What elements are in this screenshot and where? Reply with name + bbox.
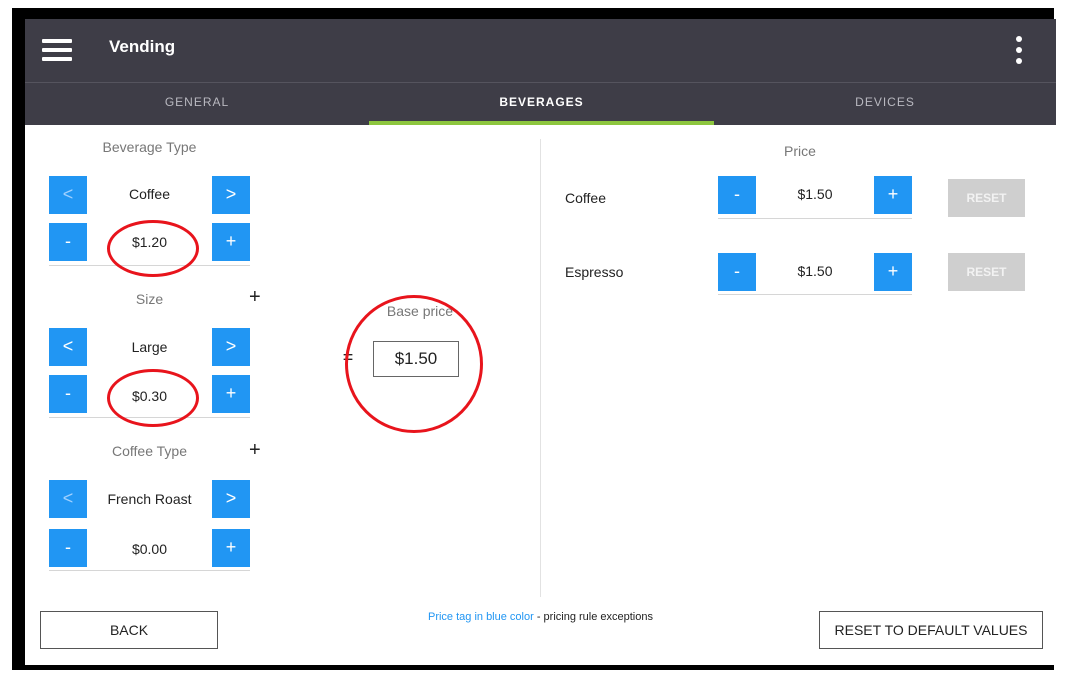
divider [49,265,250,266]
size-prev-button[interactable]: < [49,328,87,366]
tab-bar: GENERAL BEVERAGES DEVICES [25,82,1056,125]
more-vertical-icon[interactable] [1014,36,1024,66]
base-price-label: Base price [386,303,454,319]
beverage-type-decrease-button[interactable]: - [49,223,87,261]
espresso-price-decrease-button[interactable]: - [718,253,756,291]
equals-operator: = [342,347,354,367]
beverage-type-value: Coffee [129,186,170,202]
pricing-note-text: - pricing rule exceptions [533,611,653,623]
coffee-price-decrease-button[interactable]: - [718,176,756,214]
beverage-type-next-button[interactable]: > [212,176,250,214]
reset-default-values-button[interactable]: RESET TO DEFAULT VALUES [819,611,1043,649]
app-bar: Vending [25,19,1056,82]
tab-devices[interactable]: DEVICES [714,83,1056,125]
price-row-espresso-name: Espresso [565,264,624,280]
size-increase-button[interactable]: + [212,375,250,413]
coffee-type-prev-button[interactable]: < [49,480,87,518]
column-divider [540,139,541,597]
price-column-header: Price [784,143,816,159]
coffee-type-increase-button[interactable]: + [212,529,250,567]
coffee-type-plus-operator: + [249,439,261,461]
espresso-price-value: $1.50 [797,263,833,279]
coffee-price-value: $1.50 [797,186,833,202]
beverage-type-label: Beverage Type [102,139,197,155]
pricing-note-highlight: Price tag in blue color [427,611,534,623]
coffee-price-increase-button[interactable]: + [874,176,912,214]
hamburger-menu-icon[interactable] [42,39,72,61]
app-screen: Vending GENERAL BEVERAGES DEVICES Bevera… [25,19,1056,665]
divider [49,417,250,418]
divider [49,570,250,571]
size-label: Size [135,291,164,307]
espresso-price-increase-button[interactable]: + [874,253,912,291]
coffee-type-next-button[interactable]: > [212,480,250,518]
size-price: $0.30 [131,388,168,404]
beverage-type-prev-button[interactable]: < [49,176,87,214]
coffee-type-label: Coffee Type [112,443,187,459]
coffee-type-value: French Roast [107,491,192,507]
espresso-reset-button[interactable]: RESET [948,253,1025,291]
tab-general[interactable]: GENERAL [25,83,369,125]
coffee-reset-button[interactable]: RESET [948,179,1025,217]
beverage-type-increase-button[interactable]: + [212,223,250,261]
size-value: Large [131,339,168,355]
divider [718,294,912,295]
size-plus-operator: + [249,286,261,308]
app-title: Vending [109,37,176,56]
beverage-type-price: $1.20 [131,234,168,250]
divider [718,218,912,219]
price-row-coffee-name: Coffee [565,190,606,206]
coffee-type-price: $0.00 [131,541,168,557]
size-decrease-button[interactable]: - [49,375,87,413]
tab-beverages[interactable]: BEVERAGES [369,83,714,125]
coffee-type-decrease-button[interactable]: - [49,529,87,567]
size-next-button[interactable]: > [212,328,250,366]
base-price-value: $1.50 [373,341,459,377]
